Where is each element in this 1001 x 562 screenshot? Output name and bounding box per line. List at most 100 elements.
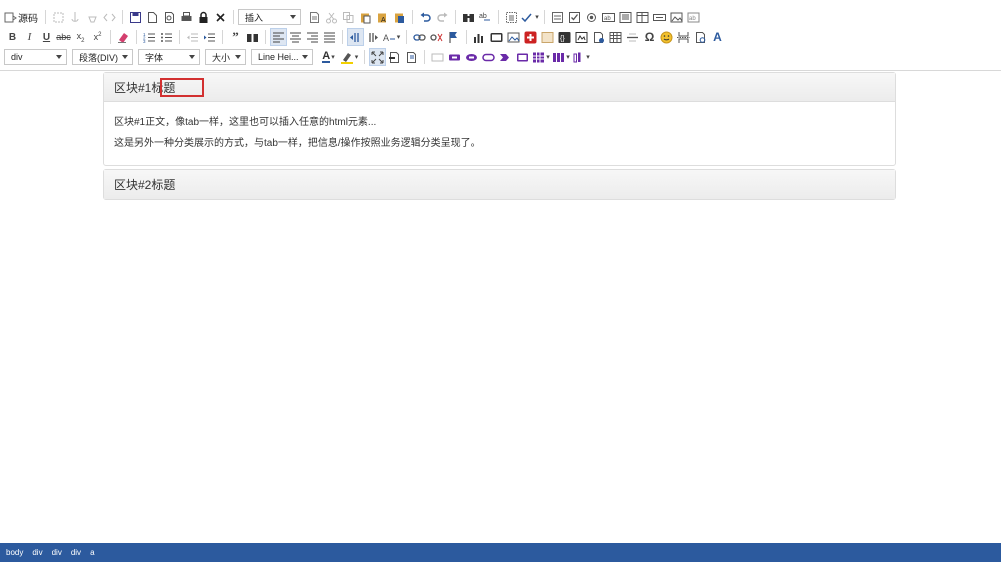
widget-label-icon[interactable] xyxy=(480,48,497,66)
paste-icon[interactable] xyxy=(357,8,374,26)
bold-icon[interactable]: B xyxy=(4,28,21,46)
unlink-icon[interactable] xyxy=(428,28,445,46)
maximize-icon[interactable] xyxy=(369,48,386,66)
bg-color-icon[interactable]: ▾ xyxy=(339,48,360,66)
paragraph-select[interactable]: 段落(DIV) xyxy=(72,49,133,65)
replace-icon[interactable]: ab xyxy=(477,8,494,26)
smiley-icon[interactable] xyxy=(658,28,675,46)
cut-icon[interactable] xyxy=(323,8,340,26)
underline-icon[interactable]: U xyxy=(38,28,55,46)
anchor-flag-icon[interactable] xyxy=(445,28,462,46)
paste-text-icon[interactable]: A xyxy=(374,8,391,26)
format-select[interactable]: div xyxy=(4,49,67,65)
align-left-icon[interactable] xyxy=(270,28,287,46)
horizontal-rule-icon[interactable] xyxy=(624,28,641,46)
widget-tabs-icon[interactable]: ▾ xyxy=(571,48,591,66)
path-crumb-div[interactable]: div xyxy=(52,548,62,557)
flash-icon[interactable] xyxy=(522,28,539,46)
layout-icon[interactable] xyxy=(429,48,446,66)
subscript-icon[interactable]: x2 xyxy=(72,28,89,46)
grid-table-icon[interactable] xyxy=(607,28,624,46)
align-center-icon[interactable] xyxy=(287,28,304,46)
embed-icon[interactable] xyxy=(573,28,590,46)
widget-grid-icon[interactable]: ▾ xyxy=(531,48,551,66)
button-icon[interactable] xyxy=(651,8,668,26)
numbered-list-icon[interactable]: 123 xyxy=(141,28,158,46)
widget-button-icon[interactable] xyxy=(446,48,463,66)
image-icon[interactable] xyxy=(505,28,522,46)
widget-columns-icon[interactable]: ▾ xyxy=(551,48,571,66)
path-crumb-body[interactable]: body xyxy=(6,548,23,557)
find-icon[interactable] xyxy=(460,8,477,26)
widget-badge-icon[interactable] xyxy=(463,48,480,66)
path-crumb-div[interactable]: div xyxy=(32,548,42,557)
italic-icon[interactable]: I xyxy=(21,28,38,46)
strikethrough-icon[interactable]: abc xyxy=(55,28,72,46)
find-replace-icon[interactable] xyxy=(50,8,67,26)
print-icon[interactable] xyxy=(178,8,195,26)
image-button-icon[interactable] xyxy=(668,8,685,26)
create-div-icon[interactable] xyxy=(244,28,261,46)
copy-icon[interactable] xyxy=(340,8,357,26)
ltr-icon[interactable] xyxy=(347,28,364,46)
templates-icon[interactable] xyxy=(692,28,709,46)
insert-select[interactable]: 插入 xyxy=(238,9,301,25)
select-icon[interactable] xyxy=(634,8,651,26)
save-icon[interactable] xyxy=(127,8,144,26)
chart-icon[interactable] xyxy=(471,28,488,46)
radio-icon[interactable] xyxy=(583,8,600,26)
text-color-icon[interactable]: A ▾ xyxy=(318,48,339,66)
align-justify-icon[interactable] xyxy=(321,28,338,46)
lock-icon[interactable] xyxy=(195,8,212,26)
textarea-icon[interactable] xyxy=(617,8,634,26)
checkbox-icon[interactable] xyxy=(566,8,583,26)
size-select[interactable]: 大小 xyxy=(205,49,246,65)
hand-icon[interactable] xyxy=(84,8,101,26)
widget-next-icon[interactable] xyxy=(497,48,514,66)
table-icon[interactable] xyxy=(539,28,556,46)
language-icon[interactable]: A ▾ xyxy=(381,28,402,46)
font-select[interactable]: 字体 xyxy=(138,49,200,65)
line-height-select[interactable]: Line Hei... xyxy=(251,49,313,65)
select-all-icon[interactable] xyxy=(503,8,520,26)
separator xyxy=(122,10,123,24)
separator xyxy=(412,10,413,24)
superscript-icon[interactable]: x2 xyxy=(89,28,106,46)
form-icon[interactable] xyxy=(549,8,566,26)
source-button[interactable]: 源码 xyxy=(4,10,38,25)
indent-icon[interactable] xyxy=(201,28,218,46)
block-title-link-2[interactable]: 区块#2标题 xyxy=(114,176,175,193)
new-page-icon[interactable] xyxy=(144,8,161,26)
align-right-icon[interactable] xyxy=(304,28,321,46)
widget-panel-icon[interactable] xyxy=(514,48,531,66)
textfield-icon[interactable]: ab xyxy=(600,8,617,26)
undo-icon[interactable] xyxy=(417,8,434,26)
template-icon[interactable] xyxy=(306,8,323,26)
preview-icon[interactable] xyxy=(161,8,178,26)
block-title-link-1[interactable]: 区块#1标题 xyxy=(114,79,175,96)
remove-format-icon[interactable] xyxy=(115,28,132,46)
page-break-icon[interactable] xyxy=(675,28,692,46)
close-icon[interactable] xyxy=(212,8,229,26)
spellcheck-icon[interactable]: ▾ xyxy=(520,8,540,26)
block-body-line-2: 这是另外一种分类展示的方式，与tab一样，把信息/操作按照业务逻辑分类呈现了。 xyxy=(114,138,481,149)
special-char-icon[interactable]: Ω xyxy=(641,28,658,46)
show-blocks-icon[interactable] xyxy=(386,48,403,66)
path-crumb-div[interactable]: div xyxy=(71,548,81,557)
anchor-icon[interactable] xyxy=(67,8,84,26)
media-icon[interactable] xyxy=(488,28,505,46)
rtl-icon[interactable] xyxy=(364,28,381,46)
link-icon[interactable] xyxy=(411,28,428,46)
blockquote-icon[interactable]: ” xyxy=(227,28,244,46)
redo-icon[interactable] xyxy=(434,8,451,26)
hidden-field-icon[interactable]: ab xyxy=(685,8,702,26)
codesnippet-icon[interactable]: {} xyxy=(556,28,573,46)
path-crumb-a[interactable]: a xyxy=(90,548,94,557)
paste-word-icon[interactable] xyxy=(391,8,408,26)
text-color-a-icon[interactable]: A xyxy=(709,28,726,46)
bulleted-list-icon[interactable] xyxy=(158,28,175,46)
iframe-icon[interactable] xyxy=(590,28,607,46)
code-icon[interactable] xyxy=(101,8,118,26)
about-icon[interactable] xyxy=(403,48,420,66)
outdent-icon[interactable] xyxy=(184,28,201,46)
